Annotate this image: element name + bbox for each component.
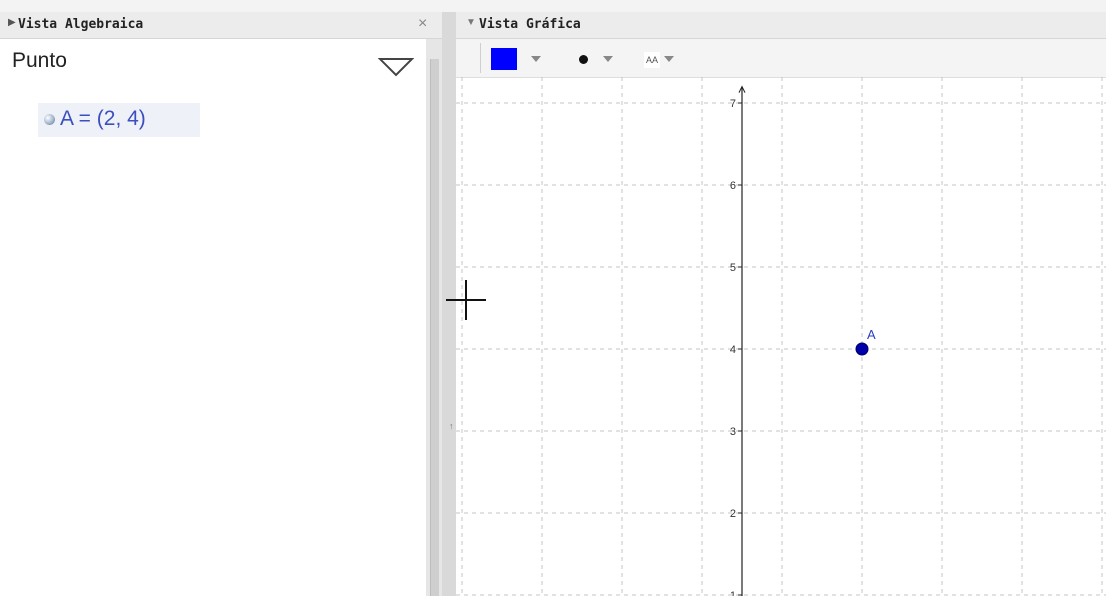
y-axis-tick-label: 4 xyxy=(730,344,736,356)
visibility-toggle-icon[interactable] xyxy=(44,114,55,125)
text-style-icon[interactable]: AA xyxy=(644,52,660,68)
edge-tick-mark: ↑ xyxy=(449,421,454,431)
sort-category-label: Punto xyxy=(12,49,67,72)
splitter-grip[interactable] xyxy=(430,59,439,596)
y-axis-tick-label: 1 xyxy=(730,590,736,596)
sort-toggle-triangle-icon[interactable] xyxy=(378,55,414,79)
algebra-item-expression[interactable]: A = (2, 4) xyxy=(60,107,146,131)
top-strip xyxy=(0,0,1106,12)
panel-splitter[interactable] xyxy=(426,39,442,596)
graphics-canvas[interactable]: 1 2 3 4 5 6 7 A xyxy=(456,77,1106,596)
algebra-view-title: Vista Algebraica xyxy=(18,17,144,32)
algebra-view-header: ▶ Vista Algebraica × xyxy=(0,12,442,39)
algebra-item-point-a[interactable]: A = (2, 4) xyxy=(38,103,200,137)
move-cursor-icon xyxy=(446,280,486,320)
point-label: A xyxy=(867,327,876,342)
style-bar-divider xyxy=(480,43,481,73)
graphics-view-header: ▼ Vista Gráfica xyxy=(456,12,1106,39)
y-axis-tick-label: 3 xyxy=(730,426,736,438)
point-style-dropdown-arrow-icon[interactable] xyxy=(603,56,613,62)
graphics-view-title: Vista Gráfica xyxy=(479,17,581,32)
color-picker-button[interactable] xyxy=(491,48,517,70)
y-axis-tick-label: 6 xyxy=(730,180,736,192)
y-axis-tick-label: 5 xyxy=(730,262,736,274)
style-bar: AA xyxy=(456,39,1106,78)
collapse-triangle-icon[interactable]: ▶ xyxy=(8,17,16,28)
point-a[interactable] xyxy=(855,342,869,356)
y-axis-tick-label: 2 xyxy=(730,508,736,520)
point-style-icon[interactable] xyxy=(579,55,588,64)
collapse-triangle-icon[interactable]: ▼ xyxy=(466,17,476,28)
algebra-view-panel: Punto A = (2, 4) xyxy=(0,39,426,596)
color-dropdown-arrow-icon[interactable] xyxy=(531,56,541,62)
y-axis-tick-label: 7 xyxy=(730,98,736,110)
text-style-dropdown-arrow-icon[interactable] xyxy=(664,56,674,62)
close-icon[interactable]: × xyxy=(418,15,427,33)
